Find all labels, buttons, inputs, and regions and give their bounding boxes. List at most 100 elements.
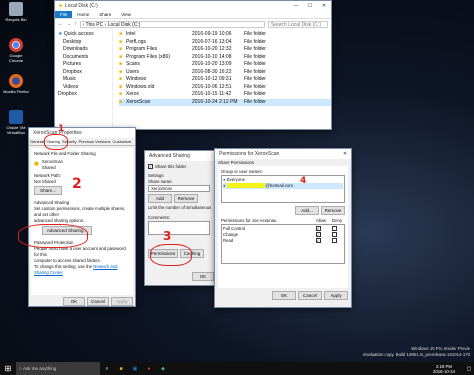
ribbon-tab-share[interactable]: Share	[94, 11, 116, 18]
file-name: Users	[126, 68, 140, 75]
cancel-button[interactable]: Cancel	[298, 291, 322, 300]
tab-customize[interactable]: Customize	[112, 138, 133, 145]
windows-start-icon[interactable]: ⊞	[0, 364, 16, 373]
file-date: 2016-10-15 11:42	[192, 91, 232, 97]
apply-button[interactable]: Apply	[111, 297, 133, 306]
share-name-field[interactable]: XeroxScan	[148, 185, 210, 192]
ok-button[interactable]: OK	[63, 297, 85, 306]
ribbon-tab-home[interactable]: Home	[72, 11, 94, 18]
file-date: 2016-10-06 12:51	[192, 83, 232, 90]
nav-item-documents[interactable]: Documents	[58, 54, 109, 62]
app-taskbar-icon[interactable]: ◆	[156, 366, 170, 372]
notifications-icon[interactable]: ▢	[464, 366, 474, 372]
user-row-selected[interactable]: ● ■ @hotmail.com	[223, 183, 343, 189]
back-arrow-icon[interactable]: ←	[58, 21, 63, 27]
file-row[interactable]: ■ Scans 2016-10-20 13:09 File folder	[119, 61, 331, 69]
close-icon[interactable]: ✕	[339, 151, 351, 157]
cortana-search[interactable]: ○ Ask me anything	[16, 362, 100, 375]
nav-item-desktop[interactable]: Desktop	[58, 39, 109, 47]
nav-item-dropbox[interactable]: Dropbox	[58, 69, 109, 77]
ok-button[interactable]: OK	[192, 272, 214, 281]
advanced-titlebar: Advanced Sharing	[145, 151, 217, 161]
folder-icon: ■	[119, 38, 123, 45]
explorer-title: Local Disk (C:)	[65, 3, 98, 9]
file-row[interactable]: ■ Users 2016-08-30 16:22 File folder	[119, 69, 331, 77]
share-button[interactable]: Share...	[34, 186, 62, 195]
properties-dialog: XeroxScan Properties General Sharing Sec…	[28, 127, 136, 307]
file-type: File folder	[244, 76, 266, 82]
maximize-button[interactable]: ☐	[303, 3, 317, 9]
file-row[interactable]: ■ Program Files (x86) 2016-10-10 14:08 File…	[119, 54, 331, 62]
advanced-body: ✓ Share this folder Settings Share name: …	[145, 161, 217, 284]
user-list: ● Everyone ● ■ @hotmail.com	[221, 175, 345, 203]
permissions-tab[interactable]: Share Permissions	[215, 159, 351, 166]
ribbon-tab-view[interactable]: View	[116, 11, 136, 18]
desktop-icon-recycle-bin[interactable]: Recycle Bin	[2, 2, 30, 22]
file-type: File folder	[244, 31, 266, 37]
file-row[interactable]: ■ Program Files 2016-10-20 12:32 File folde…	[119, 46, 331, 54]
allow-checkbox[interactable]: ✓	[311, 238, 327, 244]
desktop-icon-firefox[interactable]: Mozilla Firefox	[2, 74, 30, 94]
folder-icon: ■	[119, 83, 123, 90]
file-row[interactable]: ■ Windows.old 2016-10-06 12:51 File folder	[119, 84, 331, 92]
nav-label: Pictures	[63, 61, 82, 67]
file-row[interactable]: ■ Xerox 2016-10-15 11:42 File folder	[119, 91, 331, 99]
build-watermark: Windows 10 Pro Insider Previe Evaluation…	[363, 346, 470, 357]
ok-button[interactable]: OK	[272, 291, 296, 300]
explorer-window: ■ Local Disk (C:) — ☐ ✕ File Home Share …	[54, 0, 332, 130]
nav-item-dropbox-2[interactable]: Dropbox	[58, 91, 109, 99]
nav-item-quick-access[interactable]: ★ Quick access	[58, 31, 109, 39]
address-bar[interactable]: › This PC › Local Disk (C:)	[79, 20, 265, 28]
tab-previous-versions[interactable]: Previous Versions	[77, 138, 111, 145]
remove-user-button[interactable]: Remove	[321, 206, 345, 215]
explorer-titlebar: ■ Local Disk (C:) — ☐ ✕	[55, 1, 331, 11]
perm-table: Full Control ✓ Change ✓ Read ✓	[221, 224, 345, 264]
share-folder-checkbox[interactable]: ✓ Share this folder	[148, 164, 214, 170]
file-row[interactable]: ■ Intel 2016-09-19 10:06 File folder	[119, 31, 331, 39]
forward-arrow-icon[interactable]: →	[66, 21, 71, 27]
desktop-icon-virtualbox[interactable]: Oracle VM VirtualBox	[2, 110, 30, 135]
edge-icon[interactable]: e	[100, 366, 114, 372]
advanced-title: Advanced Sharing	[149, 153, 190, 159]
desktop-icon-label: Mozilla Firefox	[3, 89, 29, 94]
minimize-button[interactable]: —	[289, 3, 303, 9]
remove-button[interactable]: Remove	[174, 194, 198, 203]
taskbar: ⊞ ○ Ask me anything e ■ ▣ ● ◆ 2:18 PM 20…	[0, 362, 474, 375]
desktop-icon-chrome[interactable]: Google Chrome	[2, 38, 30, 63]
deny-header: Deny	[331, 218, 343, 223]
file-name: Windows	[126, 76, 147, 82]
tab-general[interactable]: General	[29, 138, 45, 145]
star-icon: ★	[58, 31, 63, 37]
checkbox-label: Share this folder	[155, 164, 187, 169]
chrome-taskbar-icon[interactable]: ●	[142, 366, 156, 372]
up-arrow-icon[interactable]: ↑	[74, 21, 77, 27]
search-input[interactable]: Search Local Disk (C:)	[268, 20, 328, 28]
nav-item-videos[interactable]: Videos	[58, 84, 109, 92]
advanced-sharing-dialog: Advanced Sharing ✓ Share this folder Sett…	[144, 150, 218, 286]
folder-icon: ■	[119, 53, 123, 60]
cancel-button[interactable]: Cancel	[87, 297, 109, 306]
add-button[interactable]: Add	[148, 194, 172, 203]
desktop-icon-label: Google Chrome	[8, 53, 24, 63]
store-icon[interactable]: ▣	[128, 366, 142, 372]
apply-button[interactable]: Apply	[324, 291, 348, 300]
comments-field[interactable]	[148, 221, 210, 235]
user-name: Everyone	[226, 177, 245, 182]
clock[interactable]: 2:18 PM 2016-10-24	[424, 364, 464, 374]
nav-item-music[interactable]: Music	[58, 76, 109, 84]
file-row[interactable]: ■ XeroxScan 2016-10-24 2:12 PM File folder	[119, 98, 331, 106]
annotation-number: 4	[300, 176, 307, 186]
close-button[interactable]: ✕	[317, 3, 331, 9]
share-name-buttons: Add Remove	[148, 194, 214, 203]
file-name: Scans	[126, 61, 140, 67]
nav-item-pictures[interactable]: Pictures	[58, 61, 109, 69]
deny-checkbox[interactable]	[327, 238, 343, 244]
ribbon-tab-file[interactable]: File	[55, 11, 73, 18]
ribbon-tabs: File Home Share View	[55, 11, 331, 19]
add-user-button[interactable]: Add...	[295, 206, 319, 215]
file-row[interactable]: ■ PerfLogs 2016-07-16 13:04 File folder	[119, 39, 331, 47]
nav-item-downloads[interactable]: Downloads	[58, 46, 109, 54]
file-explorer-icon[interactable]: ■	[114, 366, 128, 372]
file-row[interactable]: ■ Windows 2016-10-12 09:31 File folder	[119, 76, 331, 84]
folder-icon: ■	[59, 3, 63, 9]
